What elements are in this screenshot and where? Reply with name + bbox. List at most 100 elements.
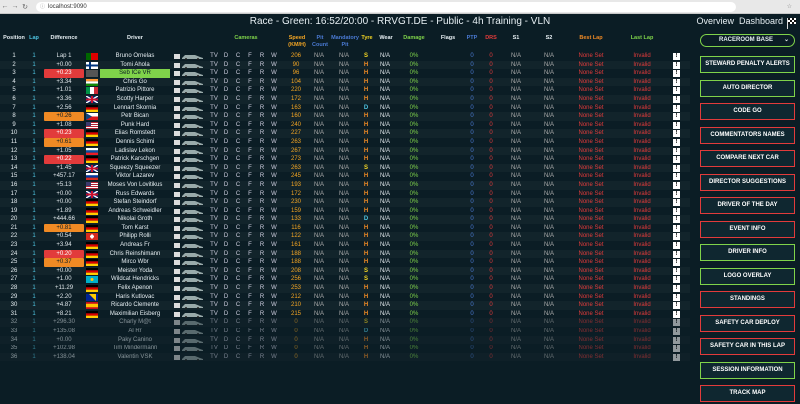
camera-w-button[interactable]: W xyxy=(268,241,280,250)
camera-w-button[interactable]: W xyxy=(268,138,280,147)
table-row[interactable]: 19 1 +1.89 Andreas Schweidler TV D C F R W 159 N/A N… xyxy=(0,207,690,216)
compare-next-car-button[interactable]: COMPARE NEXT CAR xyxy=(700,150,795,167)
camera-r-button[interactable]: R xyxy=(256,69,268,78)
camera-w-button[interactable]: W xyxy=(268,104,280,113)
address-bar[interactable]: ⓘ localhost:9090 xyxy=(36,1,736,12)
camera-r-button[interactable]: R xyxy=(256,250,268,259)
alert-button[interactable]: ! xyxy=(673,319,680,327)
camera-d-button[interactable]: D xyxy=(220,121,232,130)
alert-button[interactable]: ! xyxy=(673,302,680,310)
alert-button[interactable]: ! xyxy=(673,181,680,189)
safety-car-deploy-button[interactable]: SAFETY CAR DEPLOY xyxy=(700,314,795,332)
game-select-dropdown[interactable]: RACEROOM BASE ⌄ xyxy=(700,34,795,47)
alert-button[interactable]: ! xyxy=(673,78,680,86)
table-row[interactable]: 11 1 +0.61 Dennis Schimi TV D C F R W 263 N/A N/A H N/… xyxy=(0,137,690,147)
camera-w-button[interactable]: W xyxy=(268,52,280,61)
camera-tv-button[interactable]: TV xyxy=(208,78,220,87)
camera-c-button[interactable]: C xyxy=(232,344,244,353)
table-row[interactable]: 8 1 +0.26 Petr Bican TV D C F R W 160 N/A N/A H N/A 0% 0… xyxy=(0,112,690,121)
col-position[interactable]: Position xyxy=(0,35,28,42)
bookmark-star-icon[interactable]: ☆ xyxy=(787,3,792,10)
camera-tv-button[interactable]: TV xyxy=(208,198,220,207)
alert-button[interactable]: ! xyxy=(673,336,680,344)
camera-w-button[interactable]: W xyxy=(268,95,280,104)
camera-d-button[interactable]: D xyxy=(220,78,232,87)
camera-d-button[interactable]: D xyxy=(220,344,232,353)
col-last-lap[interactable]: Last Lap xyxy=(622,35,662,42)
camera-c-button[interactable]: C xyxy=(232,336,244,345)
camera-r-button[interactable]: R xyxy=(256,207,268,216)
camera-d-button[interactable]: D xyxy=(220,181,232,190)
camera-c-button[interactable]: C xyxy=(232,147,244,156)
camera-r-button[interactable]: R xyxy=(256,336,268,345)
camera-w-button[interactable]: W xyxy=(268,224,280,233)
camera-tv-button[interactable]: TV xyxy=(208,69,220,78)
alert-button[interactable]: ! xyxy=(673,276,680,284)
alert-button[interactable]: ! xyxy=(673,70,680,78)
camera-w-button[interactable]: W xyxy=(268,284,280,293)
camera-f-button[interactable]: F xyxy=(244,353,256,362)
camera-r-button[interactable]: R xyxy=(256,275,268,284)
camera-d-button[interactable]: D xyxy=(220,155,232,164)
table-row[interactable]: 5 1 +1.01 Patrizio Pittore TV D C F R W 220 N/A N/A H… xyxy=(0,86,690,95)
alert-button[interactable]: ! xyxy=(673,353,680,361)
nav-overview-link[interactable]: Overview xyxy=(696,16,734,26)
camera-d-button[interactable]: D xyxy=(220,138,232,147)
alert-button[interactable]: ! xyxy=(673,285,680,293)
camera-c-button[interactable]: C xyxy=(232,241,244,250)
camera-tv-button[interactable]: TV xyxy=(208,353,220,362)
col-best-lap[interactable]: Best Lap xyxy=(571,35,611,42)
camera-f-button[interactable]: F xyxy=(244,318,256,327)
camera-c-button[interactable]: C xyxy=(232,250,244,259)
alert-button[interactable]: ! xyxy=(673,328,680,335)
steward-penalty-alerts-button[interactable]: STEWARD PENALTY ALERTS xyxy=(700,56,795,73)
camera-r-button[interactable]: R xyxy=(256,232,268,241)
driver-name[interactable]: Wildcat Hendricks xyxy=(100,275,170,284)
camera-r-button[interactable]: R xyxy=(256,241,268,250)
camera-f-button[interactable]: F xyxy=(244,52,256,61)
driver-name[interactable]: Russ Edwards xyxy=(100,190,170,199)
camera-r-button[interactable]: R xyxy=(256,78,268,87)
col-damage[interactable]: Damage xyxy=(402,35,426,42)
camera-r-button[interactable]: R xyxy=(256,224,268,233)
camera-f-button[interactable]: F xyxy=(244,172,256,181)
camera-f-button[interactable]: F xyxy=(244,275,256,284)
table-row[interactable]: 31 1 +8.21 Maximilian Eisberg TV D C F R W 215 N/A N… xyxy=(0,310,690,319)
alert-button[interactable]: ! xyxy=(673,224,680,232)
event-info-button[interactable]: EVENT INFO xyxy=(700,220,795,238)
alert-button[interactable]: ! xyxy=(673,104,680,112)
table-row[interactable]: 35 1 +102.98 Tim Mindermann TV D C F R W 0 N/A N/A H N… xyxy=(0,344,690,353)
camera-c-button[interactable]: C xyxy=(232,172,244,181)
col-s1[interactable]: S1 xyxy=(505,35,527,42)
camera-tv-button[interactable]: TV xyxy=(208,310,220,319)
camera-d-button[interactable]: D xyxy=(220,198,232,207)
camera-c-button[interactable]: C xyxy=(232,104,244,113)
camera-f-button[interactable]: F xyxy=(244,336,256,345)
camera-f-button[interactable]: F xyxy=(244,250,256,259)
camera-d-button[interactable]: D xyxy=(220,275,232,284)
table-row[interactable]: 36 1 +138.04 Valentin VSK TV D C F R W 0 N/A N/A H N/A… xyxy=(0,353,690,362)
camera-r-button[interactable]: R xyxy=(256,129,268,138)
driver-name[interactable]: Philipp Rolli xyxy=(100,232,170,241)
camera-tv-button[interactable]: TV xyxy=(208,327,220,336)
camera-r-button[interactable]: R xyxy=(256,198,268,207)
camera-d-button[interactable]: D xyxy=(220,86,232,95)
alert-button[interactable]: ! xyxy=(673,113,680,121)
table-row[interactable]: 6 1 +3.36 Scotty Harper TV D C F R W 172 N/A N/A H N/A… xyxy=(0,95,690,104)
col-drs[interactable]: DRS xyxy=(482,35,500,42)
table-row[interactable]: 24 1 +0.20 Chris Reinshimann TV D C F R W 188 N/A N/… xyxy=(0,249,690,259)
camera-d-button[interactable]: D xyxy=(220,190,232,199)
alert-button[interactable]: ! xyxy=(673,121,680,129)
camera-d-button[interactable]: D xyxy=(220,284,232,293)
driver-name[interactable]: Viktor Lazarev xyxy=(100,172,170,181)
driver-name[interactable]: Bruno Ornelas xyxy=(100,52,170,61)
camera-f-button[interactable]: F xyxy=(244,147,256,156)
col-flags[interactable]: Flags xyxy=(434,35,462,42)
camera-tv-button[interactable]: TV xyxy=(208,232,220,241)
camera-w-button[interactable]: W xyxy=(268,155,280,164)
camera-r-button[interactable]: R xyxy=(256,310,268,319)
camera-r-button[interactable]: R xyxy=(256,327,268,336)
camera-c-button[interactable]: C xyxy=(232,258,244,267)
camera-f-button[interactable]: F xyxy=(244,112,256,121)
camera-c-button[interactable]: C xyxy=(232,284,244,293)
